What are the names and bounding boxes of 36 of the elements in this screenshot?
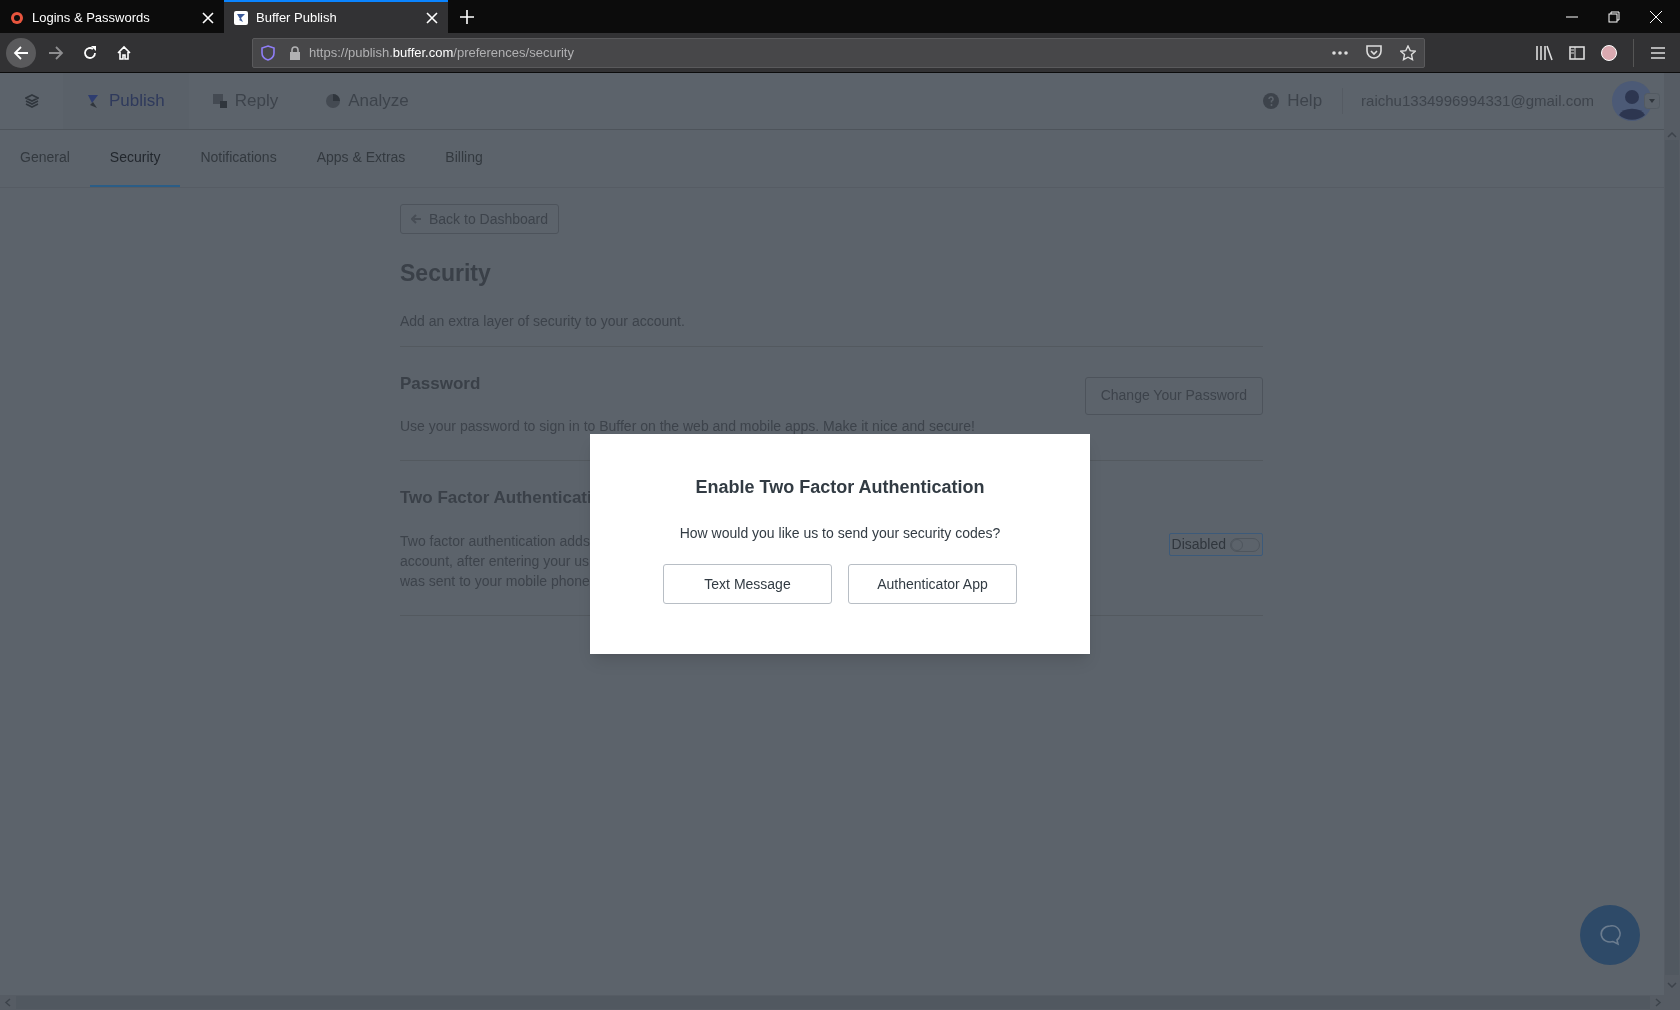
tab-title: Buffer Publish [256,8,338,27]
close-icon[interactable] [202,11,214,24]
shield-icon [261,44,275,61]
modal-title: Enable Two Factor Authentication [695,476,985,499]
library-icon[interactable] [1535,44,1553,61]
pie-chart-icon [326,94,341,108]
back-button[interactable] [6,37,36,68]
browser-tab[interactable]: Buffer Publish [224,0,448,33]
back-arrow-icon [13,45,29,60]
star-icon[interactable] [1400,44,1416,61]
browser-tab[interactable]: Logins & Passwords [0,0,224,33]
flag-logo-icon [234,10,248,25]
reload-icon[interactable] [82,44,98,61]
menu-icon[interactable] [1650,45,1666,60]
speech-bubble-icon [1598,923,1622,947]
home-icon[interactable] [116,44,132,61]
restore-icon[interactable] [1608,10,1620,23]
flag-icon [87,94,101,108]
pocket-icon[interactable] [1366,45,1382,60]
account-avatar[interactable] [1601,44,1617,61]
new-tab-icon[interactable] [460,9,474,24]
close-icon[interactable] [426,11,438,24]
settings-tab[interactable]: Security [89,130,181,187]
more-icon[interactable] [1332,50,1348,55]
address-bar[interactable]: https://publish.buffer.com/preferences/security [252,37,1425,68]
url-text: https://publish.buffer.com/preferences/security [309,43,574,62]
sidebar-icon[interactable] [1569,45,1585,60]
help-icon [1263,93,1280,109]
forward-arrow-icon[interactable] [48,45,64,60]
lock-icon [289,45,301,60]
modal-question: How would you like us to send your security codes? [679,524,1001,543]
modal-option-button[interactable]: Authenticator App [848,564,1017,604]
squares-icon [212,94,227,108]
close-icon[interactable] [1650,10,1662,23]
tab-title: Logins & Passwords [32,8,151,27]
modal-option-button[interactable]: Text Message [663,564,832,604]
